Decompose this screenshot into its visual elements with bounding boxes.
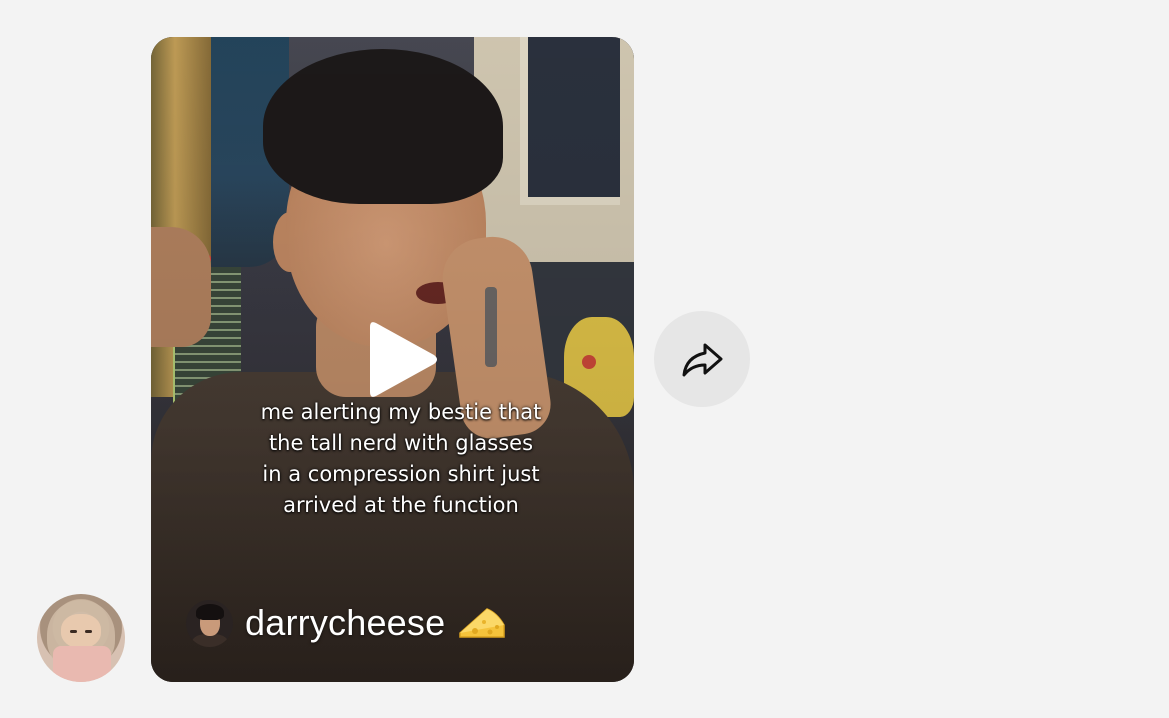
play-icon[interactable] [362, 317, 442, 402]
caption-line: arrived at the function [283, 493, 519, 517]
cheese-icon [459, 608, 506, 638]
shared-video-card[interactable]: me alerting my bestie that the tall nerd… [151, 37, 634, 682]
author-avatar-hair [196, 603, 224, 620]
share-arrow-icon [682, 343, 723, 377]
avatar-eye-right [85, 630, 92, 633]
caption-line: in a compression shirt just [262, 462, 540, 486]
author-username[interactable]: darrycheese [245, 602, 445, 644]
author-avatar[interactable] [186, 599, 233, 647]
avatar-face-shape [61, 614, 101, 648]
caption-line: the tall nerd with glasses [268, 431, 534, 455]
caption-line: me alerting my bestie that [260, 400, 542, 424]
video-caption: me alerting my bestie that the tall nerd… [191, 397, 611, 521]
share-button[interactable] [654, 311, 750, 407]
video-author[interactable]: darrycheese [186, 599, 507, 647]
sender-avatar[interactable] [37, 594, 125, 682]
avatar-mask-shape [53, 646, 111, 682]
avatar-eye-left [70, 630, 77, 633]
chat-message-stage: me alerting my bestie that the tall nerd… [0, 0, 1169, 718]
